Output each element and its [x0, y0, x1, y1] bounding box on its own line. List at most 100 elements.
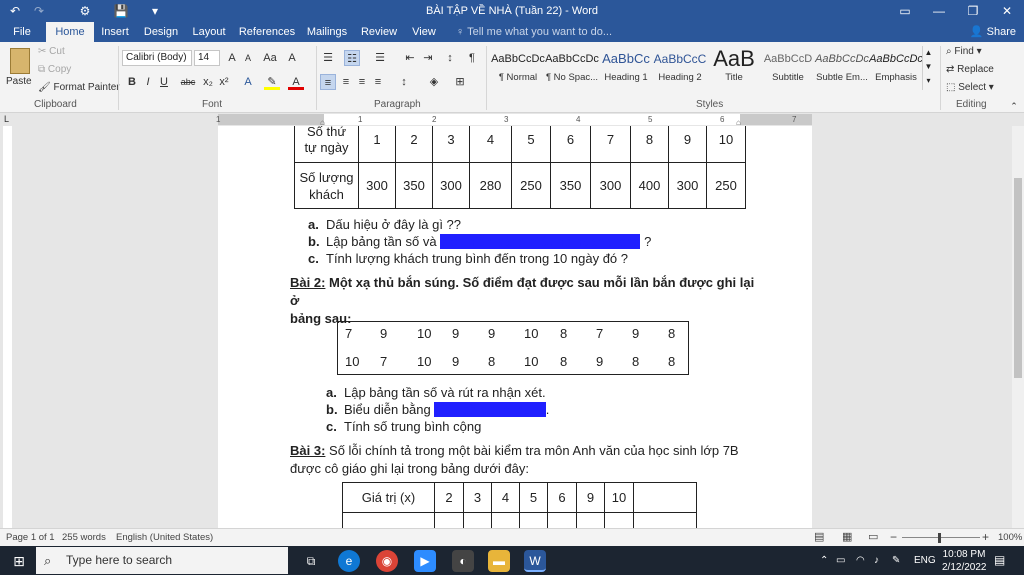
undo-icon[interactable]: ↶ — [4, 2, 26, 20]
table-cell[interactable]: 300 — [590, 162, 631, 209]
cut-button[interactable]: ✂ Cut — [38, 46, 65, 57]
pilcrow-icon[interactable]: ¶ — [464, 50, 480, 66]
file-explorer-icon[interactable]: ▬ — [488, 550, 510, 572]
collapse-ribbon-icon[interactable]: ⌃ — [1006, 98, 1022, 114]
table-cell[interactable]: 3 — [463, 482, 492, 513]
grow-font-icon[interactable]: A — [224, 50, 240, 66]
pen-icon[interactable]: ✎ — [892, 546, 900, 575]
table-cell[interactable]: 400 — [630, 162, 669, 209]
change-case-icon[interactable]: Aa — [262, 50, 278, 66]
table-cell[interactable]: 1 — [358, 126, 396, 163]
table-cell[interactable]: 6 — [550, 126, 591, 163]
zoom-level[interactable]: 100% — [998, 529, 1022, 546]
copy-button[interactable]: ⧉ Copy — [38, 64, 71, 75]
redo-icon[interactable]: ↷ — [28, 2, 50, 20]
task-view-icon[interactable]: ⧉ — [300, 550, 322, 572]
zoom-in-icon[interactable]: + — [982, 529, 989, 546]
chrome-icon[interactable]: ◉ — [376, 550, 398, 572]
wifi-icon[interactable]: ◠ — [856, 546, 865, 575]
minimize-button[interactable]: — — [922, 0, 956, 22]
style-subtitle[interactable]: AaBbCcD Subtitle — [760, 46, 816, 90]
list-item[interactable]: b. Biểu diễn bằng biểu đồ đoạn thẳng. — [326, 402, 549, 417]
share-button[interactable]: 👤 Share — [970, 22, 1016, 42]
shrink-font-icon[interactable]: A — [240, 50, 256, 66]
font-color-icon[interactable]: A — [288, 74, 304, 90]
tab-selector-icon[interactable]: L — [4, 113, 9, 126]
save-icon[interactable]: 💾 — [110, 2, 132, 20]
vertical-scrollbar[interactable] — [1012, 126, 1024, 528]
sort-icon[interactable]: ↕ — [442, 50, 458, 66]
tab-references[interactable]: References — [238, 22, 296, 42]
table-cell[interactable]: 10 — [706, 126, 746, 163]
table-cell[interactable]: 4 — [469, 126, 512, 163]
tab-review[interactable]: Review — [358, 22, 400, 42]
notification-icon[interactable]: ▤ — [994, 546, 1005, 575]
close-button[interactable]: ✕ — [990, 0, 1024, 22]
table-cell[interactable]: 250 — [706, 162, 746, 209]
clock[interactable]: 10:08 PM 2/12/2022 — [942, 548, 987, 574]
word-app-icon[interactable]: W — [524, 550, 546, 572]
page-count[interactable]: Page 1 of 1 — [6, 529, 55, 546]
table-cell[interactable]: 4 — [491, 482, 520, 513]
customize-toolbar-icon[interactable]: ▾ — [144, 2, 166, 20]
bold-button[interactable]: B — [124, 74, 140, 90]
table-cell[interactable] — [547, 512, 577, 528]
windows-start-icon[interactable]: ⊞ — [8, 550, 30, 572]
ribbon-display-icon[interactable]: ▭ — [888, 0, 922, 22]
tell-me-box[interactable]: ♀ Tell me what you want to do... — [456, 22, 612, 42]
justify-icon[interactable]: ≡ — [370, 74, 386, 90]
clear-formatting-icon[interactable]: A — [284, 50, 300, 66]
select-button[interactable]: ⬚ Select ▾ — [946, 82, 994, 93]
style-emphasis[interactable]: AaBbCcDc Emphasis — [868, 46, 924, 90]
style-no-spacing[interactable]: AaBbCcDc ¶ No Spac... — [544, 46, 600, 90]
scrollbar-thumb[interactable] — [1014, 178, 1022, 378]
subscript-button[interactable]: x₂ — [200, 74, 216, 90]
style-heading-2[interactable]: AaBbCcC Heading 2 — [652, 46, 708, 90]
zoom-app-icon[interactable]: ▶ — [414, 550, 436, 572]
shading-icon[interactable]: ◈ — [426, 74, 442, 90]
table-cell[interactable] — [342, 512, 435, 528]
zoom-slider[interactable] — [902, 537, 980, 538]
strikethrough-button[interactable]: abc — [178, 74, 198, 90]
list-item[interactable]: c. Tính số trung bình cộng — [326, 419, 481, 434]
table-cell[interactable]: 5 — [511, 126, 551, 163]
list-item[interactable]: b. Lập bảng tần số và biểu diễn bằng biểu… — [308, 234, 651, 249]
decrease-indent-icon[interactable]: ⇤ — [402, 50, 418, 66]
edge-icon[interactable]: e — [338, 550, 360, 572]
multilevel-list-icon[interactable]: ☰ — [372, 50, 388, 66]
tab-mailings[interactable]: Mailings — [302, 22, 352, 42]
table-cell[interactable]: 3 — [432, 126, 470, 163]
table-cell[interactable]: 8 — [630, 126, 669, 163]
tab-design[interactable]: Design — [140, 22, 182, 42]
increase-indent-icon[interactable]: ⇥ — [420, 50, 436, 66]
style-normal[interactable]: AaBbCcDc ¶ Normal — [490, 46, 546, 90]
tab-layout[interactable]: Layout — [188, 22, 230, 42]
table-cell[interactable] — [463, 512, 492, 528]
tab-insert[interactable]: Insert — [96, 22, 134, 42]
highlighted-text[interactable]: biểu đồ đoạn thẳng — [434, 402, 546, 417]
superscript-button[interactable]: x² — [216, 74, 232, 90]
language-indicator[interactable]: ENG — [914, 546, 936, 575]
table-cell[interactable]: Số thứ tự ngày — [294, 126, 359, 163]
messenger-icon[interactable]: ◐ — [452, 550, 474, 572]
table-cell[interactable]: 2 — [434, 482, 464, 513]
table-cell[interactable]: 10 — [604, 482, 634, 513]
borders-icon[interactable]: ⊞ — [452, 74, 468, 90]
print-layout-icon[interactable]: ▦ — [842, 529, 852, 546]
list-item[interactable]: c. Tính lượng khách trung bình đến trong … — [308, 251, 628, 266]
table-cell[interactable]: 280 — [469, 162, 512, 209]
style-subtle-emphasis[interactable]: AaBbCcDc Subtle Em... — [814, 46, 870, 90]
styles-scroll[interactable]: ▲ ▼ ▾ — [922, 46, 934, 90]
numbering-icon[interactable]: ☷ — [344, 50, 360, 66]
table-cell[interactable] — [434, 512, 464, 528]
vertical-ruler[interactable] — [0, 126, 14, 528]
highlight-icon[interactable]: ✎ — [264, 74, 280, 90]
table-cell[interactable]: 5 — [519, 482, 548, 513]
table-cell[interactable] — [576, 512, 605, 528]
autosave-icon[interactable]: ⚙ — [74, 2, 96, 20]
table-cell[interactable] — [604, 512, 634, 528]
font-size-select[interactable]: 14 — [194, 50, 220, 66]
tab-file[interactable]: File — [4, 22, 40, 42]
document-page[interactable]: Số thứ tự ngày 1 2 3 4 5 6 7 8 9 10 Số lư… — [218, 126, 812, 528]
tab-view[interactable]: View — [406, 22, 442, 42]
